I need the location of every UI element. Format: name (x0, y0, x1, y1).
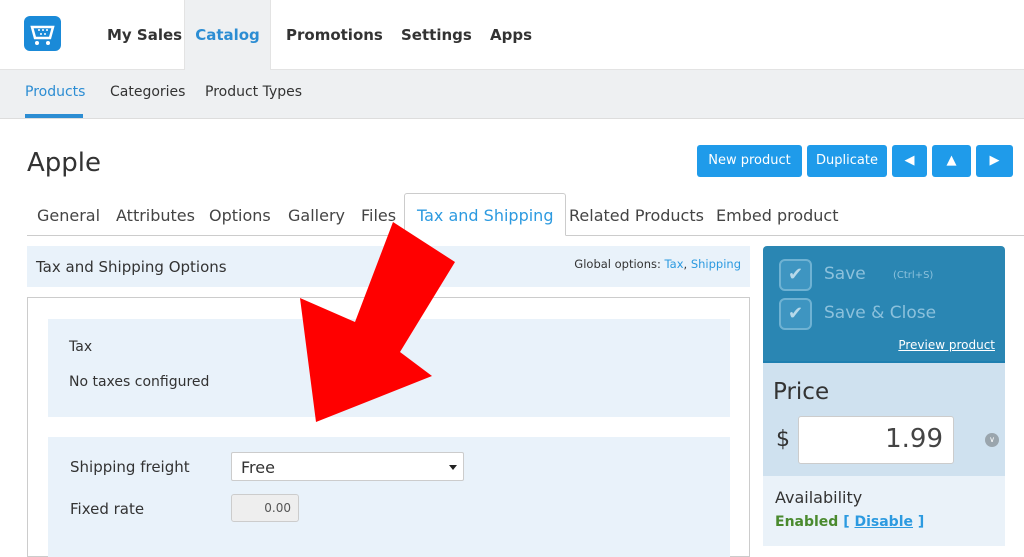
annotation-arrow-icon (300, 222, 455, 422)
